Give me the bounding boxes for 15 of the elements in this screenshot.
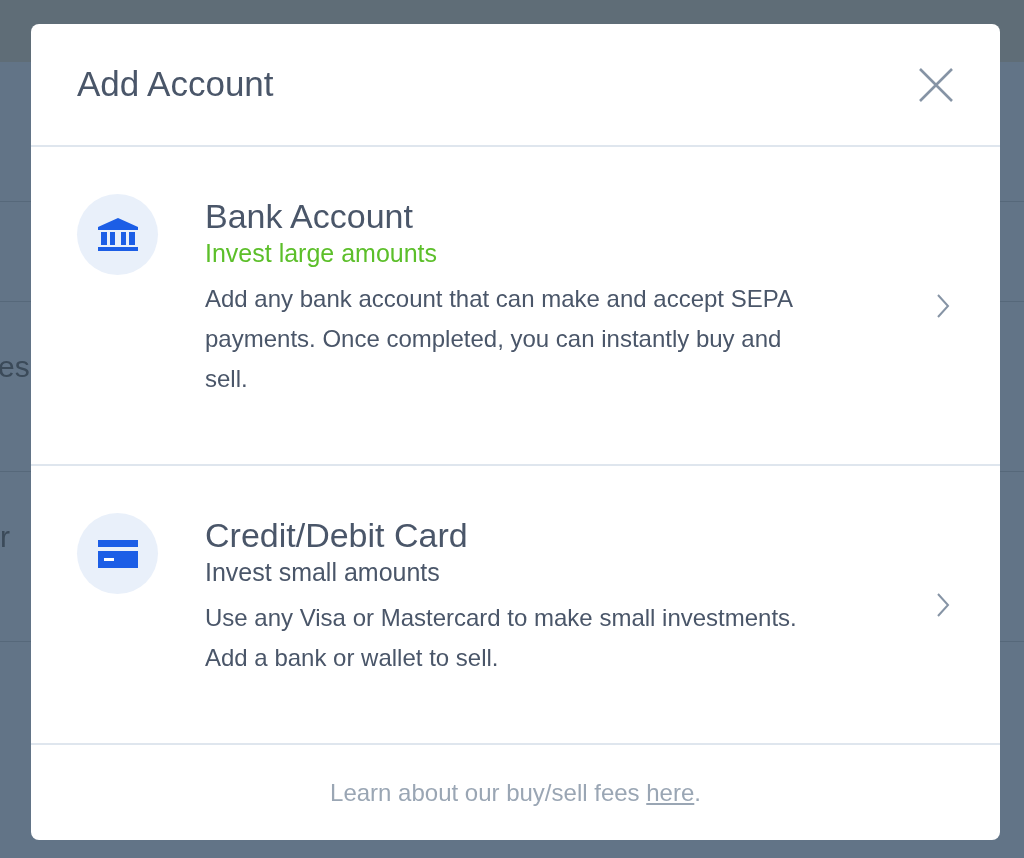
close-icon xyxy=(918,66,954,103)
account-option[interactable]: Credit/Debit Card Invest small amounts Use any Visa or Mastercard to make small investments. Add a bank or wallet to sell. xyxy=(31,466,1000,745)
option-title: Bank Account xyxy=(205,196,414,237)
credit-card-icon xyxy=(95,537,140,570)
option-description: Use any Visa or Mastercard to make small investments. Add a bank or wallet to sell. xyxy=(205,603,798,673)
bank-icon xyxy=(95,216,140,253)
option-subtitle: Invest small amounts xyxy=(205,557,441,588)
option-description: Add any bank account that can make and accept SEPA payments. Once completed, you can instantly buy and sell. xyxy=(205,284,794,394)
account-option[interactable]: Bank Account Invest large amounts Add any bank account that can make and accept SEPA payments. Once completed, you can instantly buy and sell. xyxy=(31,147,1000,466)
chevron-right-icon xyxy=(936,292,950,319)
option-subtitle: Invest large amounts xyxy=(205,238,439,269)
dialog-title: Add Account xyxy=(77,63,274,106)
chevron-right-icon xyxy=(936,591,950,618)
option-title: Credit/Debit Card xyxy=(205,515,469,556)
fees-note: Learn about our buy/sell fees here. xyxy=(330,777,701,808)
